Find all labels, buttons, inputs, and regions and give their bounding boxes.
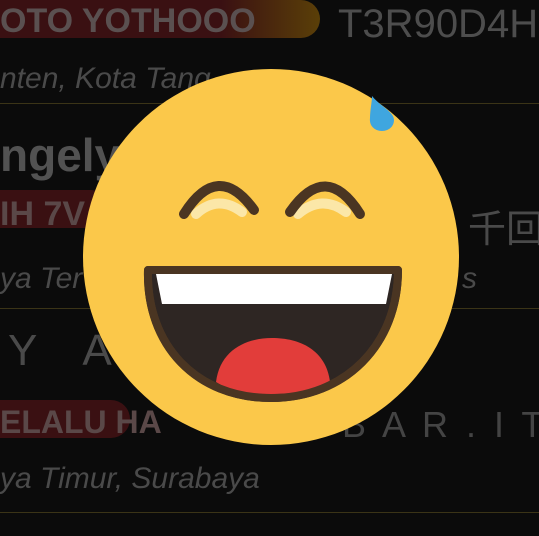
sweat-drop-icon <box>369 96 394 131</box>
teeth <box>156 274 392 304</box>
laughing-sweat-emoji-icon <box>0 0 539 531</box>
